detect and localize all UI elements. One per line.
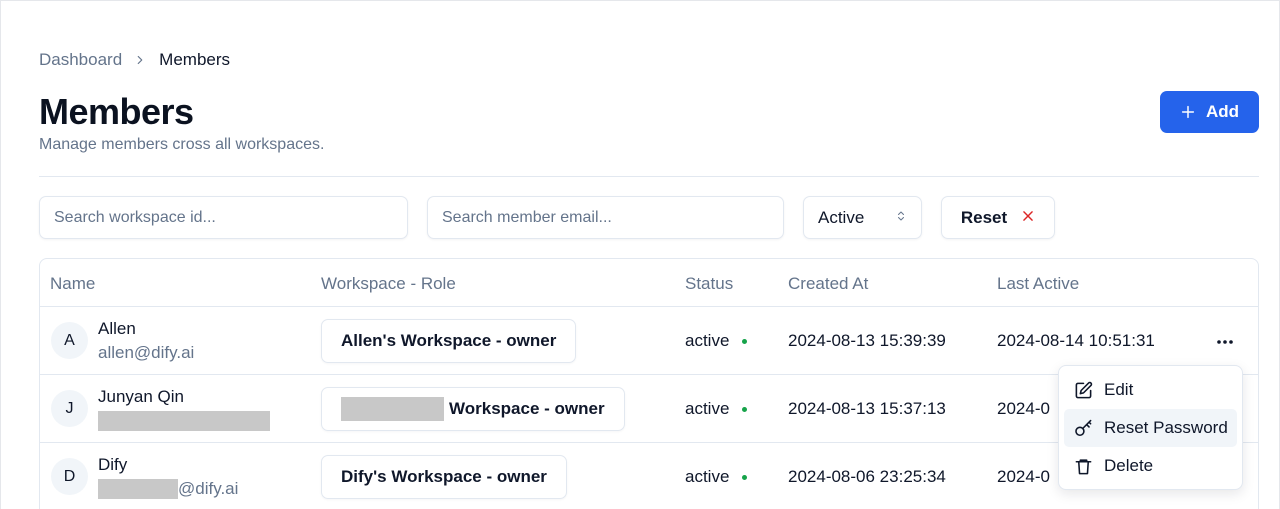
member-name: Allen — [98, 319, 136, 338]
menu-item-reset-password[interactable]: Reset Password — [1064, 409, 1237, 447]
chevron-right-icon — [133, 53, 147, 67]
workspace-role-text: Allen's Workspace - owner — [341, 331, 557, 350]
status-filter-value: Active — [818, 207, 865, 227]
workspace-role-text: Workspace - owner — [449, 399, 605, 418]
table-header: Name Workspace - Role Status Created At … — [40, 259, 1258, 307]
status-text: active — [685, 399, 730, 418]
redacted-block — [98, 411, 270, 431]
menu-item-label: Edit — [1104, 380, 1134, 399]
avatar: J — [51, 390, 88, 427]
column-header-created-at: Created At — [788, 274, 869, 293]
menu-item-edit[interactable]: Edit — [1064, 371, 1237, 409]
column-header-workspace-role: Workspace - Role — [321, 274, 456, 293]
workspace-role-badge[interactable]: Dify's Workspace - owner — [321, 455, 567, 499]
page-title: Members — [39, 91, 194, 132]
email-search-input[interactable] — [427, 196, 784, 239]
last-active-cell: 2024-0 — [997, 399, 1050, 418]
column-header-name: Name — [50, 274, 96, 293]
member-email: allen@dify.ai — [98, 343, 194, 363]
key-icon — [1074, 419, 1093, 438]
last-active-cell: 2024-0 — [997, 467, 1050, 486]
plus-icon — [1180, 104, 1196, 120]
x-icon — [1021, 208, 1035, 228]
redacted-block — [98, 479, 178, 499]
status-dot — [742, 406, 748, 412]
row-actions-menu: Edit Reset Password Delete — [1058, 365, 1243, 490]
member-email — [98, 411, 270, 431]
reset-button-label: Reset — [960, 207, 1008, 227]
avatar: D — [51, 458, 88, 495]
member-email-text: allen@dify.ai — [98, 343, 195, 362]
workspace-search-input[interactable] — [39, 196, 408, 239]
status-text: active — [685, 467, 730, 486]
reset-filters-button[interactable]: Reset — [941, 196, 1055, 239]
redacted-block — [341, 397, 444, 421]
row-actions-button[interactable] — [1210, 331, 1240, 351]
add-button-label: Add — [1205, 102, 1240, 121]
menu-item-label: Delete — [1104, 456, 1154, 475]
chevron-up-down-icon — [895, 208, 907, 228]
column-header-status: Status — [685, 274, 734, 293]
status-dot — [742, 474, 748, 480]
status-cell: active — [685, 467, 748, 487]
breadcrumb-dashboard-link[interactable]: Dashboard — [39, 50, 122, 70]
edit-icon — [1074, 381, 1093, 400]
member-email: @dify.ai — [98, 479, 238, 499]
status-text: active — [685, 331, 730, 350]
created-at-cell: 2024-08-13 15:39:39 — [788, 331, 946, 350]
trash-icon — [1074, 457, 1093, 476]
created-at-cell: 2024-08-13 15:37:13 — [788, 399, 946, 418]
created-at-cell: 2024-08-06 23:25:34 — [788, 467, 946, 486]
last-active-cell: 2024-08-14 10:51:31 — [997, 331, 1155, 350]
menu-item-label: Reset Password — [1104, 418, 1228, 437]
status-cell: active — [685, 399, 748, 419]
breadcrumb-current: Members — [159, 50, 231, 69]
header-divider — [39, 176, 1259, 177]
member-email-text: @dify.ai — [178, 479, 239, 498]
workspace-role-badge[interactable]: Allen's Workspace - owner — [321, 319, 577, 363]
menu-item-delete[interactable]: Delete — [1064, 447, 1237, 485]
column-header-last-active: Last Active — [997, 274, 1080, 293]
member-name: Dify — [98, 455, 128, 474]
avatar: A — [51, 322, 88, 359]
status-cell: active — [685, 331, 748, 351]
status-filter-select[interactable]: Active — [803, 196, 922, 239]
breadcrumb: Dashboard Members — [39, 48, 230, 72]
page-subtitle: Manage members cross all workspaces. — [39, 136, 325, 153]
add-member-button[interactable]: Add — [1160, 91, 1259, 133]
status-dot — [742, 338, 748, 344]
workspace-role-text: Dify's Workspace - owner — [341, 467, 547, 486]
member-name: Junyan Qin — [98, 387, 184, 406]
workspace-role-badge[interactable]: Workspace - owner — [321, 387, 625, 431]
more-horizontal-icon — [1216, 332, 1234, 350]
